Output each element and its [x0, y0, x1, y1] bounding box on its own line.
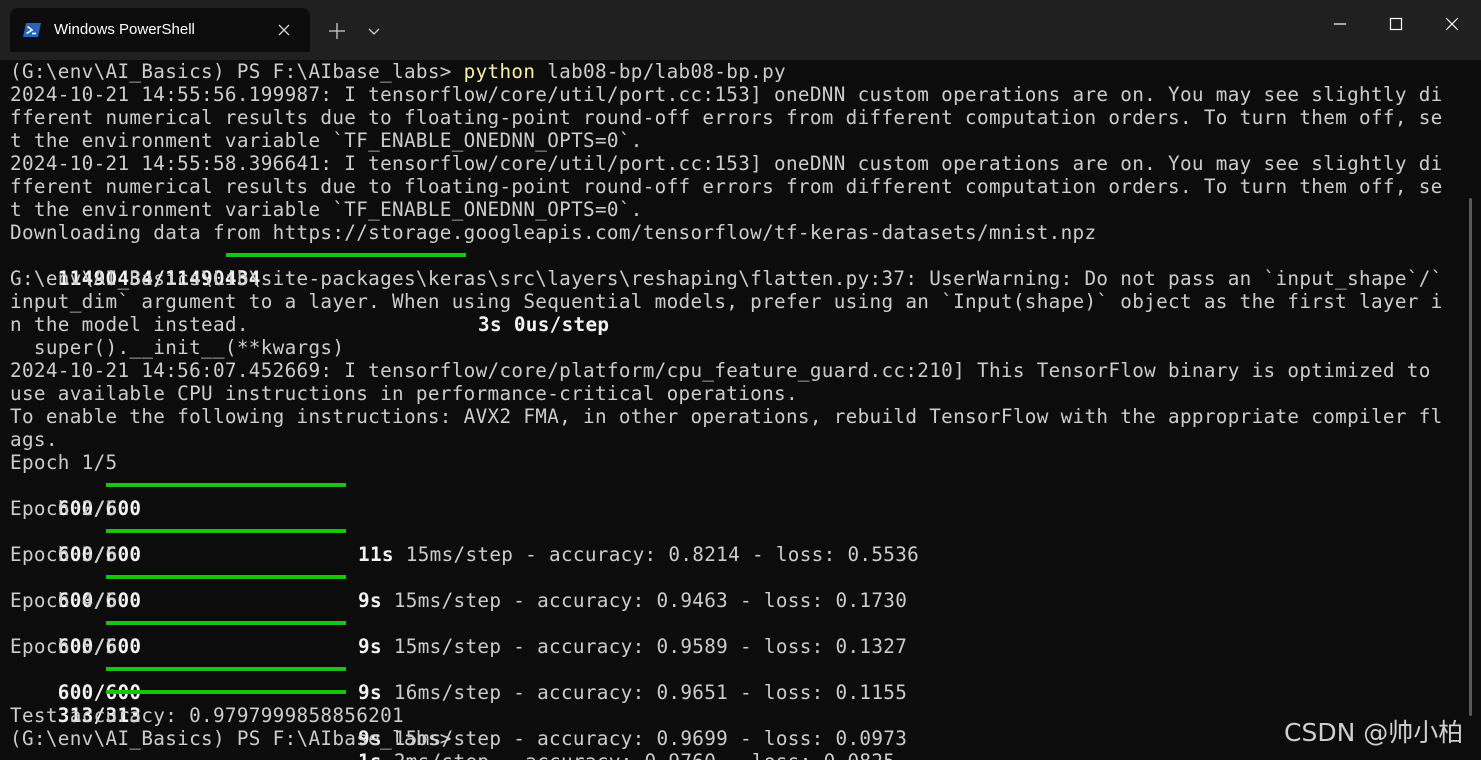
tab-title: Windows PowerShell: [54, 21, 195, 38]
watermark: CSDN @帅小柏: [1284, 718, 1464, 747]
epoch-stats: 15ms/step - accuracy: 0.8214 - loss: 0.5…: [393, 543, 920, 566]
output-line: fferent numerical results due to floatin…: [10, 175, 1443, 198]
output-line: G:\env\AI_Basics\Lib\site-packages\keras…: [10, 267, 1443, 290]
output-line: t the environment variable `TF_ENABLE_ON…: [10, 129, 643, 152]
eval-stats: 2ms/step - accuracy: 0.9760 - loss: 0.08…: [382, 750, 895, 760]
download-progress: 11490434/11490434 3s 0us/step: [10, 244, 710, 336]
epoch-progress-bar: [106, 529, 346, 533]
epoch-progress: 600/600 11s 15ms/step - accuracy: 0.8214…: [10, 474, 1010, 566]
epoch-time: 9s: [358, 635, 382, 658]
output-line: use available CPU instructions in perfor…: [10, 382, 798, 405]
output-line: fferent numerical results due to floatin…: [10, 106, 1443, 129]
epoch-label: Epoch 3/5: [10, 543, 118, 566]
maximize-icon[interactable]: [1368, 0, 1424, 50]
output-line: 2024-10-21 14:55:56.199987: I tensorflow…: [10, 83, 1443, 106]
output-line: n the model instead.: [10, 313, 249, 336]
scrollbar[interactable]: [1469, 198, 1472, 716]
command-python: python: [463, 60, 536, 83]
title-bar: Windows PowerShell: [0, 0, 1481, 60]
epoch-label: Epoch 2/5: [10, 497, 118, 520]
test-accuracy: Test accuracy: 0.9797999858856201: [10, 704, 404, 727]
terminal-output[interactable]: (G:\env\AI_Basics) PS F:\AIbase_labs> py…: [10, 60, 1455, 760]
tab-windows-powershell[interactable]: Windows PowerShell: [10, 8, 310, 52]
minimize-icon[interactable]: [1312, 0, 1368, 50]
eval-progress-bar: [106, 690, 346, 694]
output-line: t the environment variable `TF_ENABLE_ON…: [10, 198, 643, 221]
epoch-label: Epoch 1/5: [10, 451, 118, 474]
epoch-progress: 600/600 9s 15ms/step - accuracy: 0.9699 …: [10, 658, 1010, 750]
output-line: 2024-10-21 14:56:07.452669: I tensorflow…: [10, 359, 1431, 382]
close-tab-icon[interactable]: [272, 18, 296, 42]
new-tab-plus-icon[interactable]: [322, 17, 352, 45]
epoch-label: Epoch 5/5: [10, 635, 118, 658]
epoch-time: 11s: [358, 543, 394, 566]
chevron-down-icon[interactable]: [360, 17, 388, 45]
command-args: lab08-bp/lab08-bp.py: [535, 60, 787, 83]
epoch-progress-bar: [106, 621, 346, 625]
epoch-label: Epoch 4/5: [10, 589, 118, 612]
epoch-progress: 600/600 9s 15ms/step - accuracy: 0.9463 …: [10, 520, 1010, 612]
prompt: (G:\env\AI_Basics) PS F:\AIbase_labs>: [10, 60, 464, 83]
output-line: super().__init__(**kwargs): [10, 336, 345, 359]
epoch-stats: 15ms/step - accuracy: 0.9589 - loss: 0.1…: [381, 635, 908, 658]
output-line: Downloading data from https://storage.go…: [10, 221, 1097, 244]
epoch-progress-bar: [106, 483, 346, 487]
epoch-time: 9s: [358, 589, 382, 612]
eval-time: 1s: [358, 750, 382, 760]
prompt: (G:\env\AI_Basics) PS F:\AIbase_labs>: [10, 727, 464, 750]
epoch-stats: 15ms/step - accuracy: 0.9463 - loss: 0.1…: [381, 589, 908, 612]
download-progress-bar: [226, 253, 466, 257]
powershell-icon: [23, 23, 41, 37]
epoch-progress: 600/600 9s 15ms/step - accuracy: 0.9589 …: [10, 566, 1010, 658]
output-line: input_dim` argument to a layer. When usi…: [10, 290, 1443, 313]
close-window-icon[interactable]: [1424, 0, 1480, 50]
output-line: ags.: [10, 428, 58, 451]
download-stats: 3s 0us/step: [478, 313, 610, 336]
epoch-progress-bar: [106, 575, 346, 579]
command-line: (G:\env\AI_Basics) PS F:\AIbase_labs> py…: [10, 60, 786, 83]
output-line: 2024-10-21 14:55:58.396641: I tensorflow…: [10, 152, 1443, 175]
eval-progress: 313/313 1s 2ms/step - accuracy: 0.9760 -…: [10, 681, 1010, 760]
epoch-progress-bar: [106, 667, 346, 671]
epoch-progress: 600/600 9s 16ms/step - accuracy: 0.9651 …: [10, 612, 1010, 704]
output-line: To enable the following instructions: AV…: [10, 405, 1443, 428]
